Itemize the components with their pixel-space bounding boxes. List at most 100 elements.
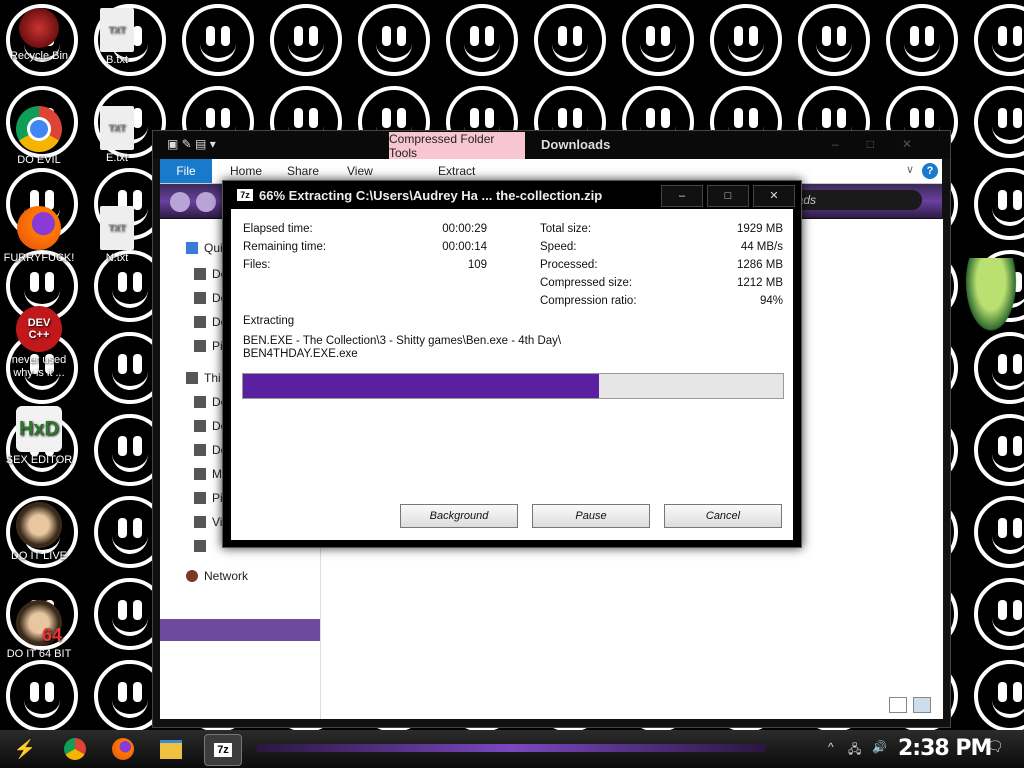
desktop-icon-e-txt[interactable]: TXT E.txt bbox=[80, 106, 154, 165]
desktop-icon-label: DO IT 64 BIT bbox=[6, 648, 72, 660]
tab-view[interactable]: View bbox=[347, 164, 373, 178]
tray-chevron-icon[interactable]: ^ bbox=[828, 740, 834, 754]
smiley-face-icon bbox=[534, 4, 606, 76]
explorer-titlebar[interactable]: ▣ ✎ ▤ ▾ Compressed Folder Tools Download… bbox=[153, 131, 950, 160]
smiley-face-icon bbox=[974, 414, 1024, 486]
taskbar-chrome[interactable] bbox=[60, 734, 90, 764]
smiley-face-icon bbox=[974, 660, 1024, 730]
nav-item[interactable]: Pi bbox=[194, 339, 223, 353]
extract-progress-dialog[interactable]: 7z 66% Extracting C:\Users\Audrey Ha ...… bbox=[222, 180, 802, 548]
star-icon bbox=[186, 242, 198, 254]
compressed-size-value: 1212 MB bbox=[736, 277, 783, 289]
desktop-icon-label: DO IT LIVE bbox=[10, 550, 68, 562]
folder-icon bbox=[194, 492, 206, 504]
nav-item[interactable]: Vi bbox=[194, 515, 222, 529]
folder-icon bbox=[194, 420, 206, 432]
files-value: 109 bbox=[467, 259, 487, 271]
nav-selection-highlight bbox=[160, 619, 320, 641]
files-label: Files: bbox=[243, 259, 271, 271]
forward-button[interactable] bbox=[196, 192, 216, 212]
tab-compressed-folder-tools[interactable]: Compressed Folder Tools bbox=[389, 132, 525, 160]
nav-item-selected[interactable]: Lo bbox=[194, 539, 225, 553]
chevron-down-icon[interactable]: ∨ bbox=[906, 163, 914, 176]
desktop-icon-do-it-64-bit[interactable]: 64 DO IT 64 BIT bbox=[2, 600, 76, 661]
text-file-icon: TXT bbox=[100, 106, 134, 150]
compression-ratio-label: Compression ratio: bbox=[540, 295, 637, 307]
network-tray-icon[interactable]: 🖧 bbox=[848, 740, 861, 761]
notification-icon[interactable]: 🗨 bbox=[986, 738, 1004, 755]
smiley-face-icon bbox=[622, 4, 694, 76]
details-view-icon[interactable] bbox=[889, 697, 907, 713]
smiley-face-icon bbox=[974, 86, 1024, 158]
search-input[interactable]: oads bbox=[782, 190, 922, 210]
tab-file[interactable]: File bbox=[160, 159, 212, 183]
character-sticker bbox=[962, 258, 1020, 338]
help-icon[interactable]: ? bbox=[922, 163, 938, 179]
desktop-icon-devcpp[interactable]: DEV C++ never used why is it ... bbox=[2, 306, 76, 380]
maximize-button[interactable]: □ bbox=[707, 185, 749, 207]
tab-extract[interactable]: Extract bbox=[438, 164, 475, 178]
minimize-button[interactable]: – bbox=[661, 185, 703, 207]
background-button[interactable]: Background bbox=[400, 504, 518, 528]
nav-item[interactable]: M bbox=[194, 467, 222, 481]
smiley-face-icon bbox=[974, 578, 1024, 650]
desktop-icon-label: never used why is it ... bbox=[11, 354, 67, 379]
portrait-icon bbox=[16, 502, 62, 548]
pause-button[interactable]: Pause bbox=[532, 504, 650, 528]
taskbar-clock[interactable]: 2:38 PM bbox=[898, 736, 992, 761]
dialog-titlebar[interactable]: 7z 66% Extracting C:\Users\Audrey Ha ...… bbox=[223, 181, 801, 209]
smiley-face-icon bbox=[446, 4, 518, 76]
speed-label: Speed: bbox=[540, 241, 577, 253]
large-icons-view-icon[interactable] bbox=[913, 697, 931, 713]
desktop-icon-furryfuck[interactable]: FURRYFUCK! bbox=[2, 206, 76, 265]
taskbar-7zip[interactable]: 7z bbox=[204, 734, 242, 766]
hxd-icon: HxD bbox=[16, 406, 62, 452]
nav-this-pc[interactable]: Thi bbox=[186, 371, 221, 385]
desktop-icon-label: B.txt bbox=[105, 54, 128, 66]
window-title: Downloads bbox=[541, 137, 611, 152]
volume-icon[interactable]: 🔊 bbox=[872, 740, 887, 754]
smiley-face-icon bbox=[974, 332, 1024, 404]
taskbar-firefox[interactable] bbox=[108, 734, 138, 764]
folder-icon bbox=[194, 444, 206, 456]
desktop-icon-do-it-live[interactable]: DO IT LIVE bbox=[2, 502, 76, 563]
desktop-icon-label: Recycle Bin bbox=[9, 50, 69, 62]
desktop-icon-n-txt[interactable]: TXT N.txt bbox=[80, 206, 154, 265]
desktop-icon-b-txt[interactable]: TXT B.txt bbox=[80, 8, 154, 67]
tab-home[interactable]: Home bbox=[230, 164, 262, 178]
current-file-name: BEN4THDAY.EXE.exe bbox=[243, 348, 358, 360]
desktop-icon-label: SEX EDITOR bbox=[5, 454, 73, 466]
computer-icon bbox=[186, 372, 198, 384]
taskbar-explorer[interactable] bbox=[156, 734, 186, 764]
close-button[interactable]: ✕ bbox=[753, 185, 795, 207]
nav-quick-access[interactable]: Qui bbox=[186, 241, 223, 255]
quick-access-toolbar[interactable]: ▣ ✎ ▤ ▾ bbox=[167, 137, 216, 151]
desktop-icon-hxd[interactable]: HxD SEX EDITOR bbox=[2, 406, 76, 467]
folder-icon bbox=[194, 516, 206, 528]
smiley-face-icon bbox=[270, 4, 342, 76]
desktop-icon-do-evil[interactable]: DO EVIL bbox=[2, 106, 76, 167]
folder-icon bbox=[194, 316, 206, 328]
total-size-value: 1929 MB bbox=[736, 223, 783, 235]
nav-item[interactable]: Pi bbox=[194, 491, 223, 505]
dialog-body: Elapsed time: 00:00:29 Remaining time: 0… bbox=[231, 209, 793, 540]
chrome-icon bbox=[64, 738, 86, 760]
desktop-icon-recycle-bin[interactable]: Recycle Bin bbox=[2, 8, 76, 63]
recycle-bin-icon bbox=[19, 8, 59, 48]
back-button[interactable] bbox=[170, 192, 190, 212]
desktop-icon-label: N.txt bbox=[105, 252, 129, 264]
window-controls[interactable]: –□✕ bbox=[832, 137, 940, 151]
text-file-icon: TXT bbox=[100, 206, 134, 250]
nav-network[interactable]: Network bbox=[186, 569, 248, 583]
network-icon bbox=[186, 570, 198, 582]
start-icon: ⚡ bbox=[13, 738, 37, 759]
remaining-time-value: 00:00:14 bbox=[442, 241, 487, 253]
tab-share[interactable]: Share bbox=[287, 164, 319, 178]
folder-icon bbox=[194, 268, 206, 280]
cancel-button[interactable]: Cancel bbox=[664, 504, 782, 528]
progress-bar bbox=[242, 373, 784, 399]
start-button[interactable]: ⚡ bbox=[10, 734, 40, 764]
firefox-icon bbox=[17, 206, 61, 250]
speed-value: 44 MB/s bbox=[740, 241, 783, 253]
firefox-icon bbox=[112, 738, 134, 760]
